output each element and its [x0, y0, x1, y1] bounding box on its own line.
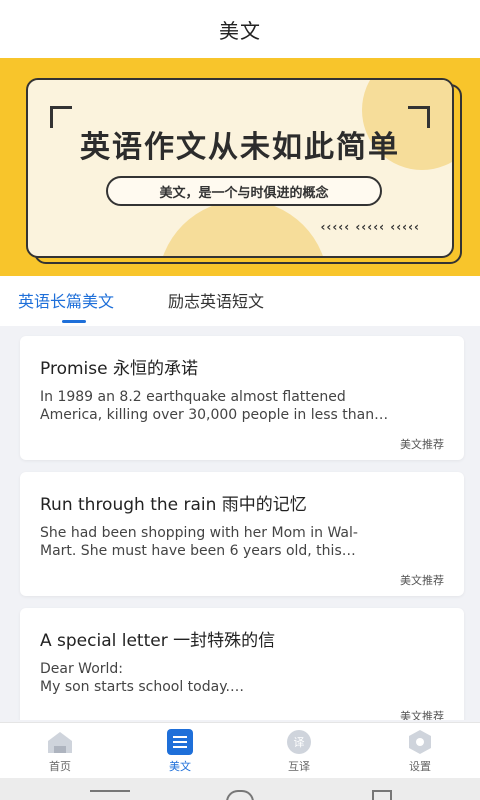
nav-label: 互译	[288, 760, 310, 773]
bottom-navigation: 首页 美文 译 互译 设置	[0, 722, 480, 778]
article-excerpt: She had been shopping with her Mom in Wa…	[40, 525, 358, 559]
article-excerpt: In 1989 an 8.2 earthquake almost flatten…	[40, 389, 389, 423]
translate-icon: 译	[285, 729, 313, 755]
article-tag: 美文推荐	[400, 710, 444, 720]
tab-long-articles[interactable]: 英语长篇美文	[18, 288, 114, 312]
nav-label: 美文	[169, 760, 191, 773]
app-header: 美文	[0, 0, 480, 58]
tab-inspirational-short[interactable]: 励志英语短文	[168, 288, 264, 312]
category-tabs: 英语长篇美文 励志英语短文	[0, 276, 480, 326]
arrows-decoration-icon: ‹‹‹‹‹ ‹‹‹‹‹ ‹‹‹‹‹	[320, 220, 420, 234]
system-nav-bar	[0, 778, 480, 800]
article-card[interactable]: Run through the rain 雨中的记忆 She had been …	[20, 472, 464, 596]
nav-label: 设置	[409, 760, 431, 773]
article-card[interactable]: A special letter 一封特殊的信 Dear World: My s…	[20, 608, 464, 720]
banner-tagline: 美文，是一个与时俱进的概念	[106, 176, 382, 206]
banner-decoration-circle	[158, 200, 328, 256]
article-excerpt: Dear World: My son starts school today.…	[40, 661, 244, 695]
nav-settings[interactable]: 设置	[380, 729, 460, 774]
promo-banner[interactable]: 英语作文从未如此简单 美文，是一个与时俱进的概念 ‹‹‹‹‹ ‹‹‹‹‹ ‹‹‹…	[0, 58, 480, 276]
menu-icon[interactable]	[90, 790, 130, 800]
article-tag: 美文推荐	[400, 574, 444, 587]
article-list[interactable]: Promise 永恒的承诺 In 1989 an 8.2 earthquake …	[0, 326, 480, 720]
banner-headline: 英语作文从未如此简单	[80, 130, 400, 165]
article-title: A special letter 一封特殊的信	[40, 631, 276, 651]
nav-home[interactable]: 首页	[20, 729, 100, 774]
home-icon	[46, 729, 74, 755]
banner-card: 英语作文从未如此简单 美文，是一个与时俱进的概念 ‹‹‹‹‹ ‹‹‹‹‹ ‹‹‹…	[26, 78, 454, 258]
home-button-icon[interactable]	[226, 790, 254, 800]
nav-translate[interactable]: 译 互译	[259, 729, 339, 774]
page-title: 美文	[219, 18, 261, 43]
svg-text:译: 译	[294, 736, 305, 749]
article-card[interactable]: Promise 永恒的承诺 In 1989 an 8.2 earthquake …	[20, 336, 464, 460]
article-tag: 美文推荐	[400, 438, 444, 451]
article-list-icon	[166, 729, 194, 755]
nav-articles[interactable]: 美文	[140, 729, 220, 774]
banner-tagline-text: 美文，是一个与时俱进的概念	[159, 185, 329, 201]
article-title: Promise 永恒的承诺	[40, 359, 198, 379]
active-tab-indicator	[62, 320, 86, 323]
nav-label: 首页	[49, 760, 71, 773]
settings-icon	[406, 729, 434, 755]
article-title: Run through the rain 雨中的记忆	[40, 495, 307, 515]
back-icon[interactable]	[372, 790, 392, 800]
